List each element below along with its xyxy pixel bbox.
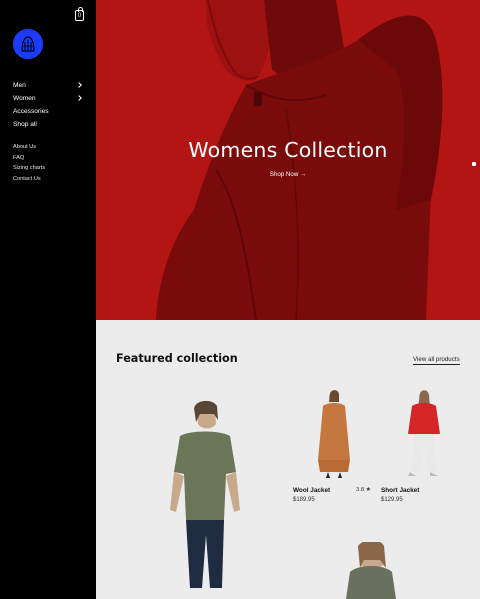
- bag-count: 0: [77, 13, 82, 19]
- shop-now-link[interactable]: Shop Now →: [96, 171, 480, 178]
- chevron-right-icon: [76, 95, 82, 101]
- nav-item-label: Men: [13, 82, 26, 89]
- nav-link-contact-us[interactable]: Contact Us: [13, 174, 83, 185]
- product-name[interactable]: Short Jacket: [381, 487, 419, 494]
- featured-title: Featured collection: [116, 352, 238, 365]
- hero-banner: Womens Collection Shop Now →: [96, 0, 480, 320]
- nav-item-women[interactable]: Women: [13, 92, 83, 105]
- product-image-tshirt[interactable]: [160, 400, 250, 590]
- product-name[interactable]: Wool Jacket: [293, 487, 330, 494]
- nav-link-faq[interactable]: FAQ: [13, 153, 83, 164]
- product-image-short-jacket[interactable]: [396, 390, 452, 480]
- hero-title: Womens Collection: [188, 138, 388, 162]
- nav-item-label: Shop all: [13, 121, 37, 128]
- product-image-wool-jacket[interactable]: [306, 390, 362, 480]
- main-nav: Men Women Accessories Shop all: [13, 79, 83, 131]
- secondary-nav: About Us FAQ Sizing charts Contact Us: [13, 142, 83, 184]
- logo-glyph-icon: [21, 36, 35, 52]
- chevron-right-icon: [76, 82, 82, 88]
- product-image-hoodie[interactable]: [344, 542, 396, 599]
- page: 0 Men Women Accessories Shop all About U…: [0, 0, 480, 599]
- nav-link-about-us[interactable]: About Us: [13, 142, 83, 153]
- nav-item-accessories[interactable]: Accessories: [13, 105, 83, 118]
- product-price: $189.95: [293, 497, 315, 503]
- store-logo[interactable]: [13, 29, 43, 59]
- nav-link-sizing-charts[interactable]: Sizing charts: [13, 163, 83, 174]
- view-all-products-link[interactable]: View all products: [413, 356, 460, 365]
- product-price: $129.95: [381, 497, 403, 503]
- featured-collection-section: Featured collection View all products Wo…: [96, 320, 480, 599]
- product-rating: 3.8 ★: [356, 487, 371, 493]
- nav-item-label: Women: [13, 95, 36, 102]
- nav-item-label: Accessories: [13, 108, 49, 115]
- sidebar: 0 Men Women Accessories Shop all About U…: [0, 0, 96, 599]
- nav-item-men[interactable]: Men: [13, 79, 83, 92]
- shopping-bag-icon[interactable]: 0: [75, 7, 84, 21]
- slider-indicator[interactable]: [472, 162, 476, 166]
- nav-item-shop-all[interactable]: Shop all: [13, 118, 83, 131]
